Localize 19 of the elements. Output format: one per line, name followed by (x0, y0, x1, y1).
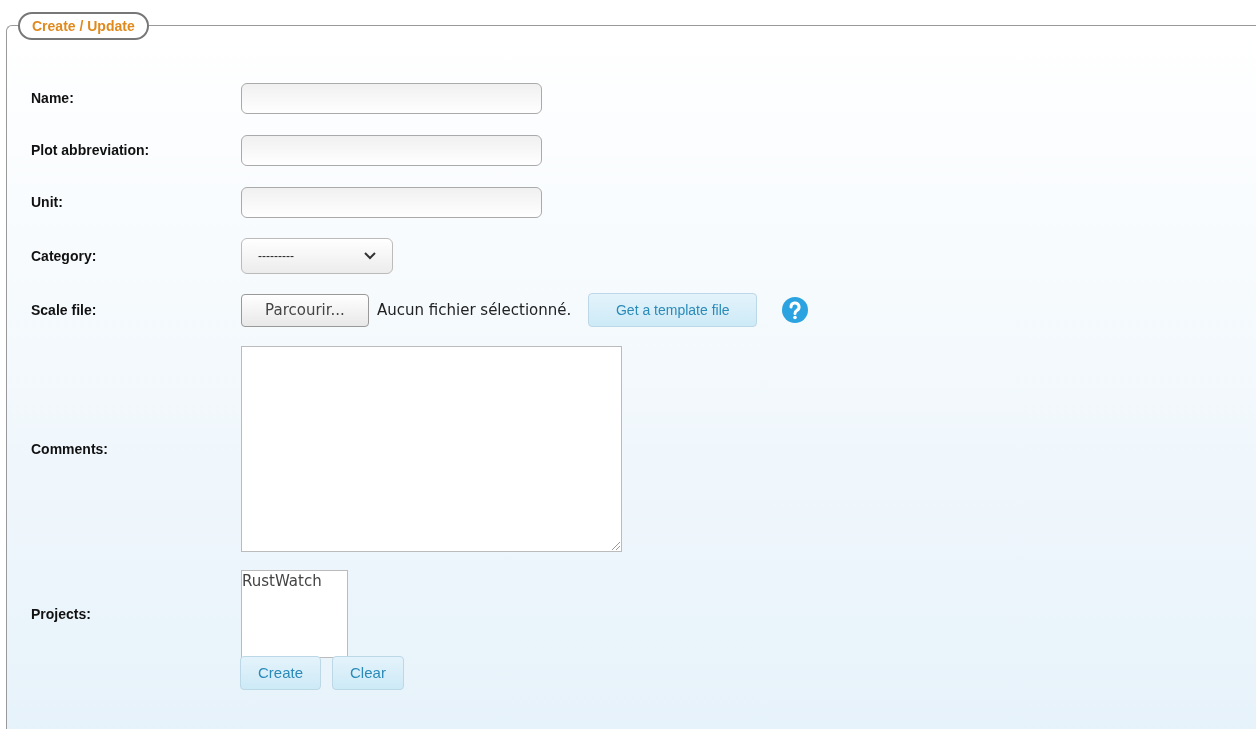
field-label: Scale file: (31, 300, 98, 320)
category-dropdown[interactable]: --------- (241, 238, 393, 274)
list-option[interactable]: RustWatch (242, 571, 347, 591)
resize-grip-icon (609, 539, 621, 551)
browse-button[interactable]: Parcourir... (241, 293, 369, 327)
field-label: Plot abbreviation: (31, 140, 151, 160)
help-icon[interactable] (781, 296, 810, 324)
text-field[interactable] (241, 82, 542, 114)
chevron-down-icon (364, 252, 376, 260)
field-label: Comments: (31, 439, 109, 459)
field-label: Unit: (31, 192, 64, 212)
text-field[interactable] (241, 186, 542, 218)
field-label: Projects: (31, 604, 92, 624)
field-label: Category: (31, 246, 98, 266)
projects-listbox[interactable]: RustWatch (241, 570, 348, 658)
section-legend: Create / Update (18, 12, 149, 40)
field-label: Name: (31, 88, 75, 108)
file-status-text: Aucun fichier sélectionné. (377, 299, 572, 321)
text-field[interactable] (241, 134, 542, 166)
